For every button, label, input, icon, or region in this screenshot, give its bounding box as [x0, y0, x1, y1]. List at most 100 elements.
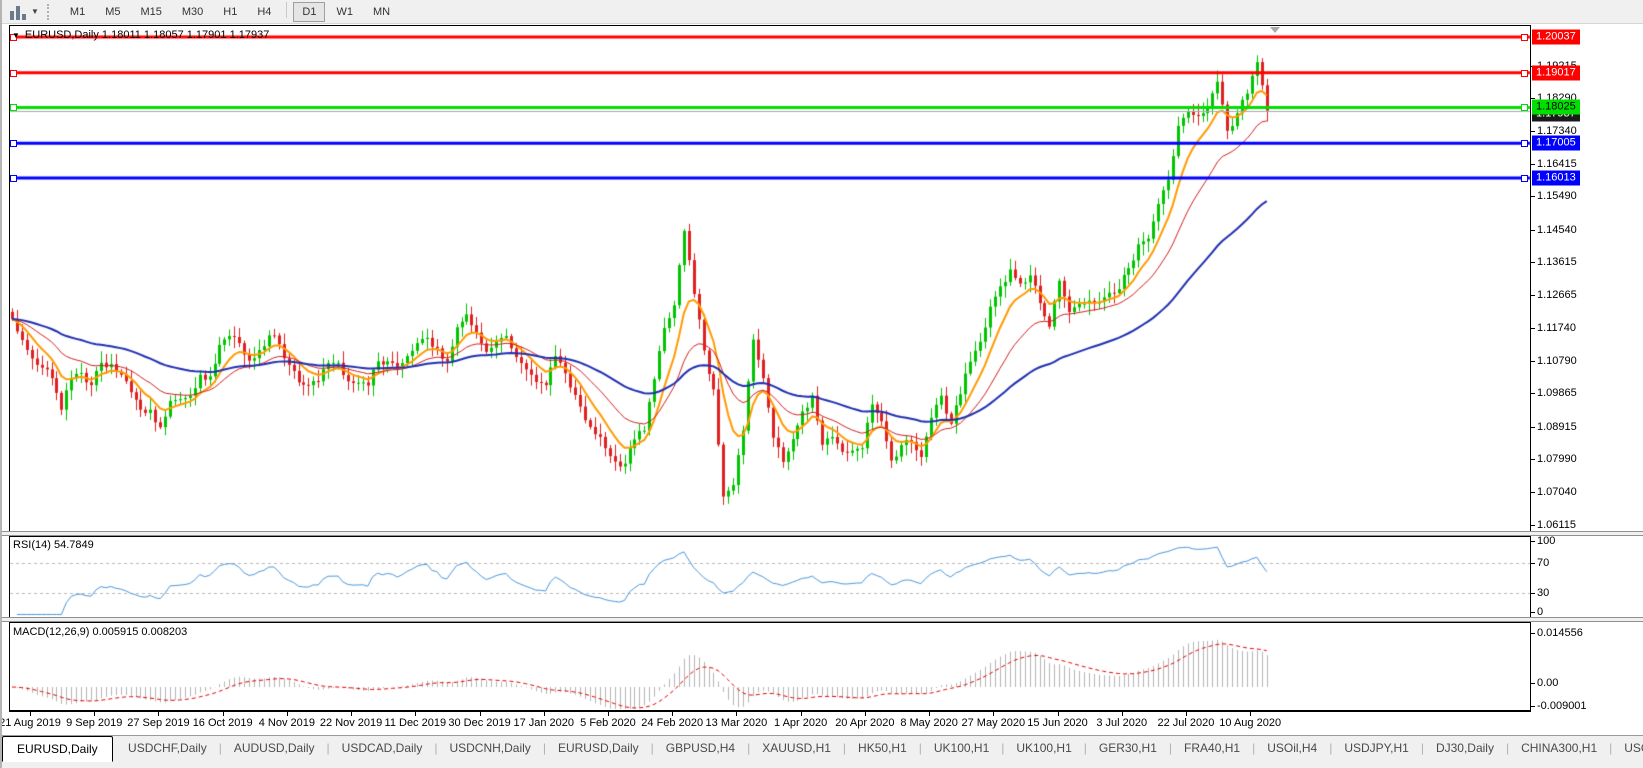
date-tick-mark — [1122, 712, 1123, 716]
axis-tick-label: 1.12665 — [1537, 289, 1577, 301]
axis-tick-label: 0.014556 — [1537, 627, 1583, 639]
chart-tab-usdcnh-daily[interactable]: USDCNH,Daily — [437, 737, 542, 760]
axis-tick-label: 100 — [1537, 535, 1555, 547]
axis-tick-mark — [1531, 563, 1535, 564]
hline-price-tag: 1.16013 — [1532, 170, 1580, 185]
date-tick-label: 22 Jul 2020 — [1158, 717, 1215, 729]
trading-terminal-window: ▼ M1M5M15M30H1H4 D1W1MN ▼ EURUSD,Daily 1.1… — [0, 0, 1643, 768]
chart-tab-fra40-h1[interactable]: FRA40,H1 — [1172, 737, 1252, 760]
axis-tick-mark — [1531, 459, 1535, 460]
panel-splitter[interactable] — [2, 531, 1643, 536]
timeframe-button-m30[interactable]: M30 — [173, 2, 212, 22]
chart-tab-usdchf-daily[interactable]: USDCHF,Daily — [116, 737, 219, 760]
date-tick-label: 21 Aug 2019 — [2, 717, 61, 729]
timeframe-button-m15[interactable]: M15 — [131, 2, 170, 22]
date-tick-label: 11 Dec 2019 — [385, 717, 447, 729]
chart-tab-audusd-daily[interactable]: AUDUSD,Daily — [222, 737, 327, 760]
date-tick-label: 1 Apr 2020 — [774, 717, 827, 729]
date-tick-label: 4 Nov 2019 — [259, 717, 315, 729]
date-tick-label: 17 Jan 2020 — [513, 717, 574, 729]
axis-tick-label: 1.08915 — [1537, 421, 1577, 433]
price-axis[interactable]: 1.192151.182901.173401.164151.154901.145… — [1531, 25, 1643, 712]
date-tick-mark — [30, 712, 31, 716]
axis-tick-label: 1.06115 — [1537, 519, 1576, 531]
chevron-down-icon[interactable]: ▼ — [31, 7, 39, 16]
chart-tab-usdcad-daily[interactable]: USDCAD,Daily — [330, 737, 435, 760]
chart-tab-usoil-h4[interactable]: USOil,H4 — [1255, 737, 1329, 760]
timeframe-button-d1[interactable]: D1 — [293, 2, 325, 22]
hline-anchor-handle[interactable] — [10, 70, 17, 77]
axis-tick-label: 1.09865 — [1537, 387, 1577, 399]
rsi-label: RSI(14) 54.7849 — [13, 539, 94, 551]
date-tick-label: 20 Apr 2020 — [835, 717, 894, 729]
date-tick-mark — [1250, 712, 1251, 716]
timeframe-button-h1[interactable]: H1 — [214, 2, 246, 22]
axis-tick-mark — [1531, 541, 1535, 542]
date-tick-mark — [1058, 712, 1059, 716]
date-tick-mark — [223, 712, 224, 716]
chart-tab-eurusd-daily[interactable]: EURUSD,Daily — [546, 737, 651, 760]
timeframe-button-mn[interactable]: MN — [364, 2, 399, 22]
macd-label: MACD(12,26,9) 0.005915 0.008203 — [13, 626, 187, 638]
axis-tick-mark — [1531, 525, 1535, 526]
axis-tick-mark — [1531, 633, 1535, 634]
chart-tab-eurusd-daily[interactable]: EURUSD,Daily — [2, 736, 113, 762]
date-tick-label: 13 Mar 2020 — [706, 717, 768, 729]
chart-tab-uk100-h1[interactable]: UK100,H1 — [922, 737, 1001, 760]
date-tick-mark — [865, 712, 866, 716]
chart-tab-gbpusd-h4[interactable]: GBPUSD,H4 — [654, 737, 747, 760]
panel-splitter[interactable] — [2, 617, 1643, 622]
date-axis[interactable]: 21 Aug 20199 Sep 201927 Sep 201916 Oct 2… — [2, 712, 1643, 734]
hline-anchor-handle[interactable] — [10, 140, 17, 147]
hline-anchor-handle[interactable] — [1521, 104, 1528, 111]
chart-tab-uk100-h1[interactable]: UK100,H1 — [1004, 737, 1083, 760]
chart-canvas[interactable] — [2, 0, 1643, 768]
hline-anchor-handle[interactable] — [10, 104, 17, 111]
hline-anchor-handle[interactable] — [1521, 140, 1528, 147]
axis-tick-label: 1.14540 — [1537, 224, 1577, 236]
timeframe-toolbar: ▼ M1M5M15M30H1H4 D1W1MN — [2, 0, 1643, 24]
timeframe-button-m1[interactable]: M1 — [61, 2, 94, 22]
axis-tick-label: 1.13615 — [1537, 256, 1577, 268]
axis-tick-label: 70 — [1537, 557, 1549, 569]
candlestick-chart-icon[interactable] — [8, 3, 30, 21]
chart-shift-marker[interactable] — [1270, 27, 1280, 33]
hline-anchor-handle[interactable] — [1521, 175, 1528, 182]
axis-tick-label: 0.00 — [1537, 677, 1558, 689]
chart-tab-usoil-h1[interactable]: USOil,H1 — [1612, 737, 1643, 760]
axis-tick-label: 1.15490 — [1537, 190, 1577, 202]
date-tick-label: 9 Sep 2019 — [66, 717, 122, 729]
hline-anchor-handle[interactable] — [1521, 70, 1528, 77]
axis-tick-label: 1.07990 — [1537, 453, 1577, 465]
date-tick-label: 22 Nov 2019 — [320, 717, 382, 729]
axis-tick-mark — [1531, 706, 1535, 707]
date-tick-label: 30 Dec 2019 — [448, 717, 510, 729]
date-tick-mark — [287, 712, 288, 716]
axis-tick-label: -0.009001 — [1537, 700, 1587, 712]
chart-tab-bar: EURUSD,Daily USDCHF,Daily|AUDUSD,Daily|U… — [2, 735, 1643, 768]
hline-price-tag: 1.18025 — [1532, 100, 1580, 115]
chart-tab-china300-h1[interactable]: CHINA300,H1 — [1509, 737, 1609, 760]
hline-anchor-handle[interactable] — [10, 175, 17, 182]
axis-tick-label: 1.10790 — [1537, 355, 1577, 367]
timeframe-button-h4[interactable]: H4 — [248, 2, 280, 22]
axis-tick-label: 1.07040 — [1537, 486, 1577, 498]
chart-tab-xauusd-h1[interactable]: XAUUSD,H1 — [750, 737, 843, 760]
chart-tab-usdjpy-h1[interactable]: USDJPY,H1 — [1332, 737, 1420, 760]
chart-tab-hk50-h1[interactable]: HK50,H1 — [846, 737, 919, 760]
chart-collapse-icon[interactable]: ▼ — [12, 31, 20, 40]
chart-tab-dj30-daily[interactable]: DJ30,Daily — [1424, 737, 1506, 760]
date-tick-mark — [736, 712, 737, 716]
date-tick-mark — [801, 712, 802, 716]
timeframe-button-w1[interactable]: W1 — [327, 2, 362, 22]
date-tick-label: 3 Jul 2020 — [1096, 717, 1147, 729]
date-tick-label: 24 Feb 2020 — [641, 717, 703, 729]
axis-tick-label: 30 — [1537, 587, 1549, 599]
axis-tick-mark — [1531, 230, 1535, 231]
date-tick-mark — [158, 712, 159, 716]
hline-anchor-handle[interactable] — [1521, 34, 1528, 41]
axis-tick-mark — [1531, 393, 1535, 394]
chart-tab-ger30-h1[interactable]: GER30,H1 — [1087, 737, 1169, 760]
timeframe-button-m5[interactable]: M5 — [96, 2, 129, 22]
date-tick-mark — [993, 712, 994, 716]
